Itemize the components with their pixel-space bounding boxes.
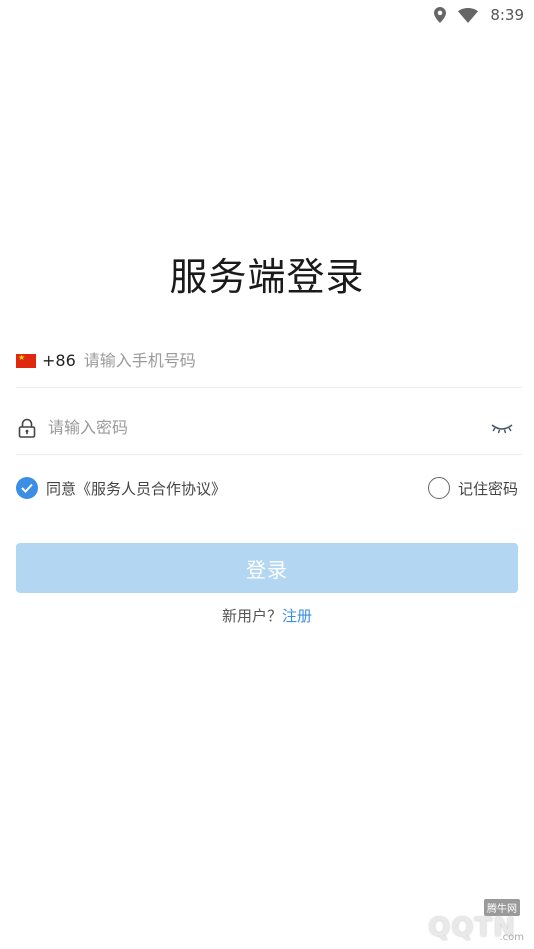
- clock: 8:39: [490, 6, 524, 24]
- unchecked-circle-icon[interactable]: [427, 477, 450, 499]
- site-watermark: 腾牛网 QQTN .com: [328, 897, 528, 945]
- phone-input[interactable]: [83, 351, 522, 370]
- agree-label[interactable]: 同意《服务人员合作协议》: [46, 478, 226, 499]
- location-icon: [434, 7, 447, 23]
- wifi-icon: [458, 7, 479, 23]
- login-button[interactable]: 登录: [16, 543, 518, 593]
- new-user-text: 新用户？: [221, 607, 282, 625]
- country-code[interactable]: +86: [42, 351, 76, 370]
- eye-closed-icon[interactable]: [490, 420, 514, 436]
- page-title: 服务端登录: [169, 255, 365, 299]
- remember-password-checkbox[interactable]: 记住密码: [427, 477, 518, 499]
- agree-checkbox[interactable]: 同意《服务人员合作协议》: [16, 477, 226, 499]
- watermark-suffix: .com: [499, 932, 524, 943]
- remember-label[interactable]: 记住密码: [458, 478, 518, 499]
- password-row: [16, 401, 522, 455]
- checkmark-icon: [21, 483, 33, 493]
- china-flag-icon: ★: [16, 353, 36, 368]
- lock-icon: [18, 418, 36, 438]
- checked-circle-icon[interactable]: [16, 477, 38, 499]
- login-screen: 8:39 服务端登录 ★ +86 请输入手机号码 同意《服务人员合作协议》 记住…: [0, 0, 534, 949]
- register-prompt: 新用户？注册: [0, 605, 534, 626]
- phone-row: ★ +86: [16, 334, 522, 388]
- login-options: 同意《服务人员合作协议》 记住密码: [16, 474, 522, 502]
- status-bar: 8:39: [0, 0, 534, 30]
- register-link[interactable]: 注册: [282, 607, 312, 625]
- password-input[interactable]: [48, 418, 490, 437]
